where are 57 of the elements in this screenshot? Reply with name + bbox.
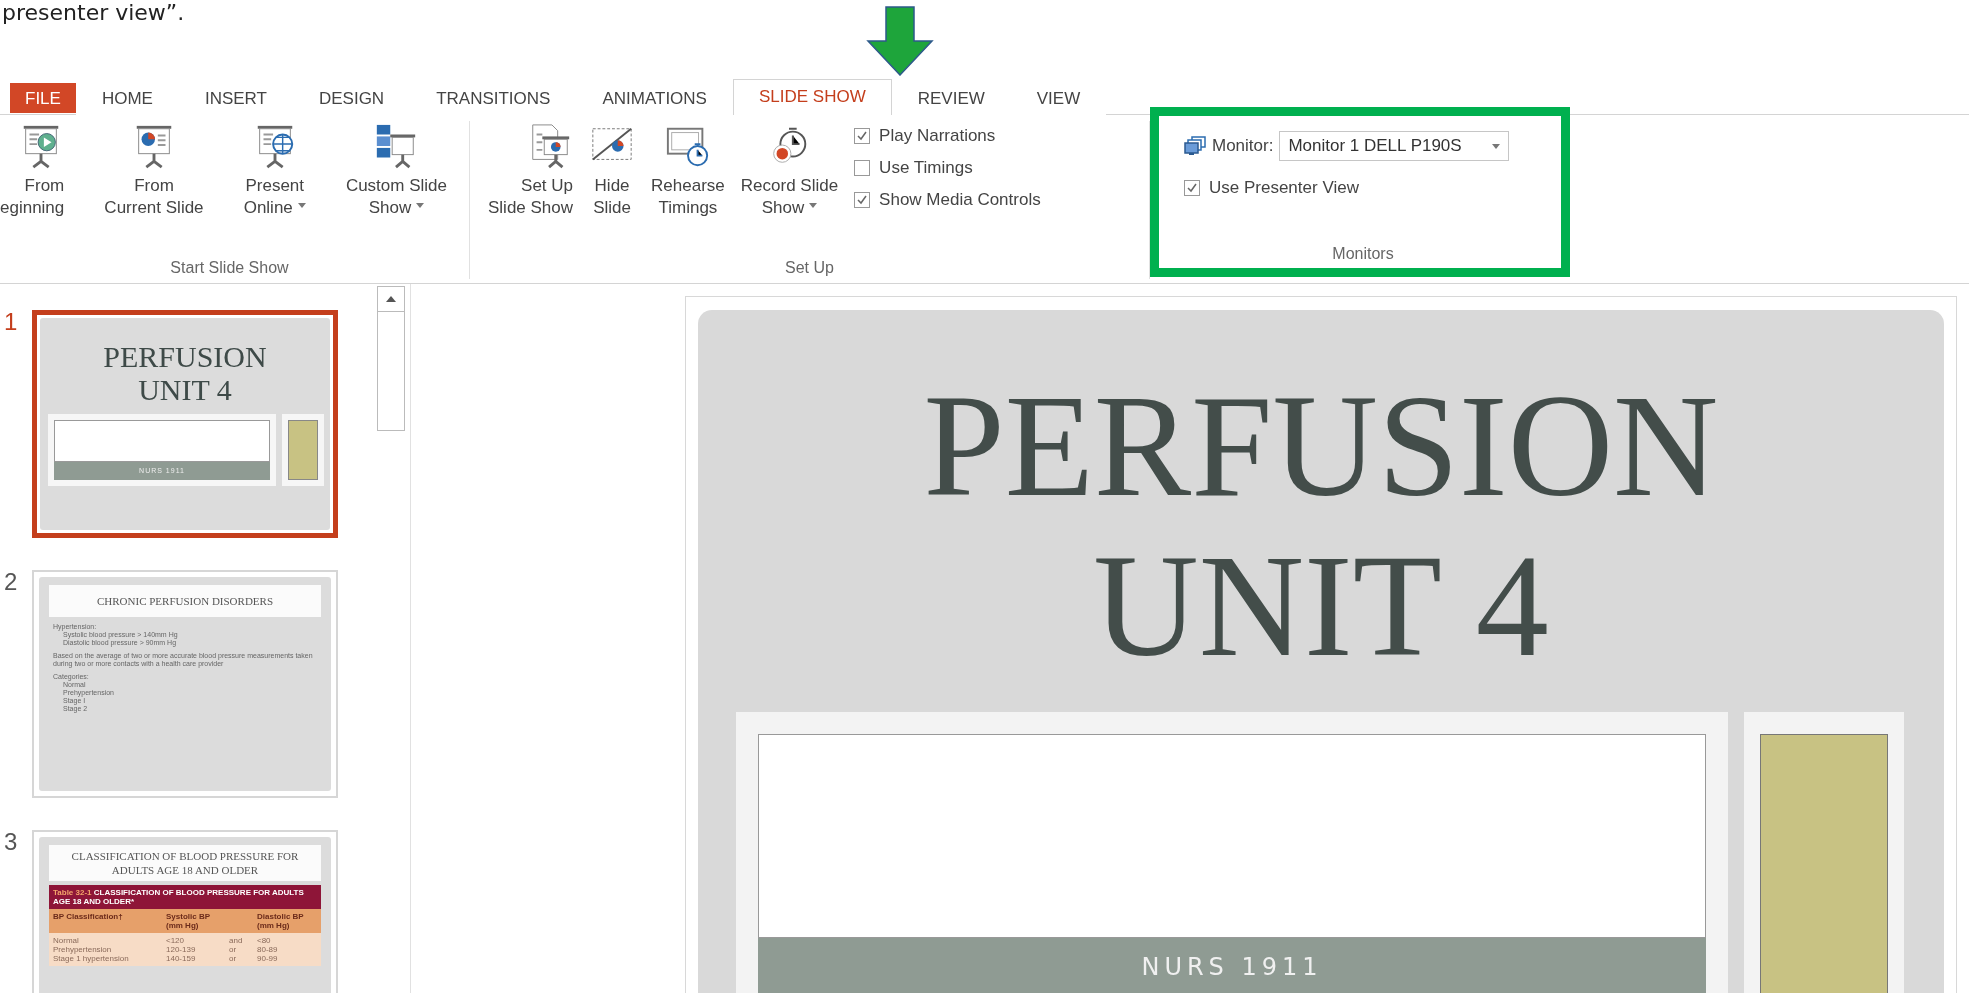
scrollbar-thumb[interactable] xyxy=(377,312,405,431)
checkbox[interactable] xyxy=(854,160,871,176)
slide-number: 2 xyxy=(3,570,19,597)
table-cell-text: or xyxy=(229,945,238,954)
slide-thumbnail[interactable] xyxy=(32,830,338,993)
ribbon-button[interactable]: From Current Slide xyxy=(98,121,210,221)
checkbox[interactable] xyxy=(1184,180,1200,196)
column-header: BP Classification† xyxy=(53,912,124,923)
ribbon-button[interactable]: Hide Slide xyxy=(583,121,642,221)
arrow-icon xyxy=(866,6,934,76)
ribbon-button[interactable]: From eginning xyxy=(0,121,71,221)
scroll-up-button[interactable] xyxy=(377,286,405,312)
table-cell-text: and xyxy=(229,936,244,945)
checkbox[interactable] xyxy=(854,128,871,144)
up-arrow-icon xyxy=(386,296,396,302)
table-cell-text: 80-89 xyxy=(257,945,279,954)
checkbox-label: Show Media Controls xyxy=(879,189,1041,211)
table-cell-text: <80 xyxy=(257,936,272,945)
checkbox-label: Use Timings xyxy=(879,157,973,179)
table-cell-text: Stage 1 hypertension xyxy=(53,954,130,963)
ribbon-button[interactable]: Present Online xyxy=(237,121,312,221)
table-cell-text: <120 xyxy=(166,936,185,945)
table-cell-text: 140-159 xyxy=(166,954,197,963)
group-label: Start Slide Show xyxy=(169,258,290,278)
slide-thumbnail[interactable] xyxy=(32,570,338,798)
monitor-label: Monitor: xyxy=(1212,136,1274,156)
table-cell-text: or xyxy=(229,954,238,963)
ribbon-button[interactable]: Custom Slide Show xyxy=(339,121,453,221)
ribbon-button[interactable]: Rehearse Timings xyxy=(645,121,731,221)
ribbon-button[interactable]: Record Slide Show xyxy=(734,121,845,221)
table-caption: Table 32-1 CLASSIFICATION OF BLOOD PRESSURE FOR ADULTS AGE 18 AND OLDER* xyxy=(49,885,321,909)
ribbon-button[interactable]: Set Up Slide Show xyxy=(488,121,580,221)
group-label: Monitors xyxy=(1331,244,1395,264)
table-cell-text: Normal xyxy=(53,936,80,945)
ribbon-tab[interactable]: SLIDE SHOW xyxy=(732,79,892,115)
slide-title: CHRONIC PERFUSION DISORDERS xyxy=(49,585,321,617)
slide-title: CLASSIFICATION OF BLOOD PRESSURE FOR ADULTS AGE 18 AND OLDER xyxy=(49,845,321,881)
subtitle-band: NURS 1911 xyxy=(758,938,1706,993)
checkbox-label: Use Presenter View xyxy=(1209,177,1359,199)
column-header: Diastolic BP (mm Hg) xyxy=(257,912,305,930)
checkbox-label: Play Narrations xyxy=(879,125,996,147)
accent-block xyxy=(288,420,318,480)
monitor-dropdown[interactable]: Monitor 1 DELL P190S xyxy=(1279,131,1510,161)
group-label: Set Up xyxy=(784,258,835,278)
slide-title: PERFUSION UNIT 4 xyxy=(102,340,268,406)
caption-text: presenter view”. xyxy=(1,0,185,26)
checkbox[interactable] xyxy=(854,192,871,208)
slide-title: PERFUSION UNIT 4 xyxy=(923,364,1719,686)
file-tab[interactable]: FILE xyxy=(10,83,76,113)
table-cell-text: Prehypertension xyxy=(53,945,113,954)
monitors-icon xyxy=(1184,136,1206,156)
column-header: Systolic BP (mm Hg) xyxy=(166,912,211,930)
table-cell-text: 120-139 xyxy=(166,945,197,954)
slide-number: 3 xyxy=(3,830,19,857)
slide-number: 1 xyxy=(3,310,19,337)
table-cell-text: 90-99 xyxy=(257,954,279,963)
caret-icon xyxy=(1492,143,1501,149)
